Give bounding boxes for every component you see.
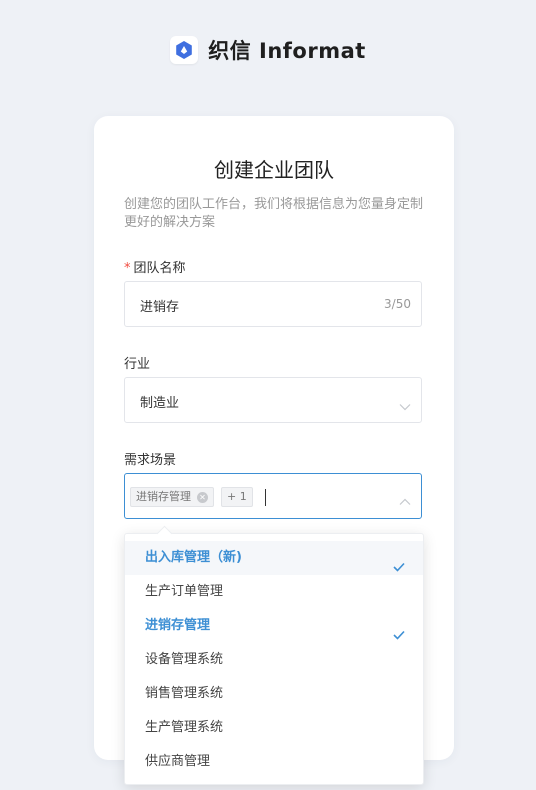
char-counter: 3/50 [384, 297, 411, 311]
team-name-input[interactable]: 进销存 3/50 [124, 281, 422, 327]
selected-tag: 进销存管理 ✕ [130, 487, 214, 507]
scenario-multiselect[interactable]: 进销存管理 ✕ + 1 [124, 473, 422, 519]
chevron-up-icon [399, 491, 411, 510]
scenario-label: 需求场景 [124, 453, 177, 468]
dropdown-option[interactable]: 生产订单管理 [125, 575, 423, 609]
industry-label: 行业 [124, 357, 151, 372]
text-cursor [265, 489, 266, 506]
more-tags-badge: + 1 [221, 487, 253, 507]
team-name-value: 进销存 [140, 300, 180, 315]
brand-icon [170, 36, 199, 64]
industry-value: 制造业 [140, 396, 180, 411]
page-subtitle: 创建您的团队工作台，我们将根据信息为您量身定制更好的解决方案 [124, 197, 424, 230]
chevron-down-icon [399, 396, 411, 415]
dropdown-option[interactable]: 出入库管理（新) [125, 541, 423, 575]
selected-tag-label: 进销存管理 [136, 490, 191, 503]
close-icon[interactable]: ✕ [197, 491, 208, 503]
dropdown-option[interactable]: 进销存管理 [125, 609, 423, 643]
brand-name: 织信 Informat [208, 39, 366, 63]
brand-logo: 织信 Informat [0, 35, 536, 65]
team-name-label-text: 团队名称 [133, 261, 186, 276]
industry-select[interactable]: 制造业 [124, 377, 422, 423]
dropdown-option[interactable]: 生产管理系统 [125, 711, 423, 745]
page-title: 创建企业团队 [214, 158, 334, 182]
dropdown-option[interactable]: 设备管理系统 [125, 643, 423, 677]
scenario-dropdown: 出入库管理（新) 生产订单管理 进销存管理 设备管理系统 销售管理系统 生产管理… [124, 525, 424, 785]
dropdown-option[interactable]: 销售管理系统 [125, 677, 423, 711]
team-name-label: * 团队名称 [124, 257, 186, 276]
dropdown-option[interactable]: 供应商管理 [125, 745, 423, 779]
required-mark: * [124, 261, 131, 276]
